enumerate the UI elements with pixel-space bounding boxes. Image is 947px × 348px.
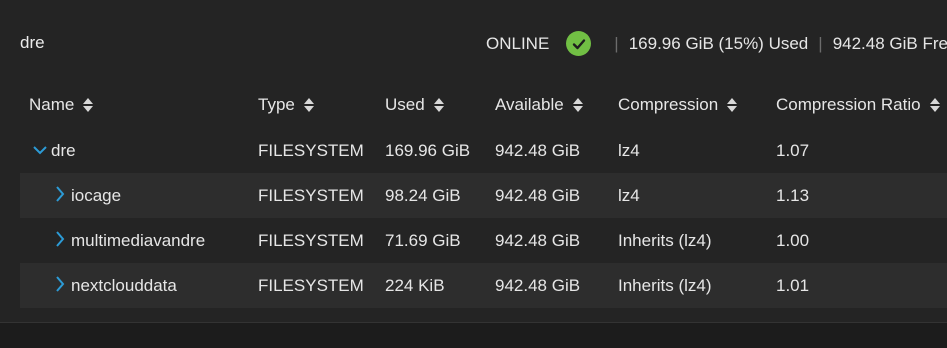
dataset-compression: lz4 [618, 141, 640, 160]
dataset-used: 169.96 GiB [385, 141, 471, 160]
panel-footer [0, 322, 947, 348]
pool-name: dre [20, 33, 45, 52]
sort-icon[interactable] [433, 97, 444, 113]
sort-icon[interactable] [572, 97, 583, 113]
table-row[interactable]: nextclouddata FILESYSTEM 224 KiB 942.48 … [20, 263, 947, 308]
dataset-available: 942.48 GiB [495, 186, 581, 205]
chevron-right-icon[interactable] [55, 276, 65, 292]
column-header-type[interactable]: Type [258, 94, 314, 116]
dataset-available: 942.48 GiB [495, 231, 581, 250]
dataset-name: dre [51, 141, 76, 160]
chevron-right-icon[interactable] [55, 231, 65, 247]
column-header-compression[interactable]: Compression [618, 94, 738, 116]
dataset-used: 224 KiB [385, 276, 445, 295]
dataset-type: FILESYSTEM [258, 276, 364, 295]
dataset-used: 71.69 GiB [385, 231, 461, 250]
dataset-type: FILESYSTEM [258, 231, 364, 250]
table-row[interactable]: iocage FILESYSTEM 98.24 GiB 942.48 GiB l… [20, 173, 947, 218]
dataset-type: FILESYSTEM [258, 141, 364, 160]
dataset-available: 942.48 GiB [495, 141, 581, 160]
pool-used: 169.96 GiB (15%) Used [628, 33, 809, 53]
table-row[interactable]: multimediavandre FILESYSTEM 71.69 GiB 94… [20, 218, 947, 263]
sort-icon[interactable] [727, 97, 738, 113]
chevron-right-icon[interactable] [55, 186, 65, 202]
column-header-used[interactable]: Used [385, 94, 444, 116]
dataset-available: 942.48 GiB [495, 276, 581, 295]
separator: | [614, 33, 619, 53]
sort-icon[interactable] [303, 97, 314, 113]
dataset-table: Name Type Used Available Compression Com… [0, 84, 947, 322]
dataset-compression-ratio: 1.00 [776, 231, 810, 250]
sort-icon[interactable] [83, 97, 94, 113]
pool-status: ONLINE [486, 33, 550, 53]
dataset-compression: Inherits (lz4) [618, 276, 712, 295]
dataset-compression: lz4 [618, 186, 640, 205]
pool-header: dre ONLINE | 169.96 GiB (15%) Used | 942… [0, 0, 947, 85]
column-header-name[interactable]: Name [29, 94, 94, 116]
column-header-available[interactable]: Available [495, 94, 583, 116]
dataset-name: nextclouddata [71, 276, 177, 295]
sort-icon[interactable] [929, 97, 940, 113]
check-circle-icon [566, 31, 592, 56]
separator: | [818, 33, 823, 53]
dataset-name: iocage [71, 186, 122, 205]
dataset-compression-ratio: 1.07 [776, 141, 810, 160]
dataset-compression-ratio: 1.13 [776, 186, 810, 205]
dataset-compression: Inherits (lz4) [618, 231, 712, 250]
column-header-compression-ratio[interactable]: Compression Ratio [776, 94, 940, 116]
pool-status-bar: ONLINE | 169.96 GiB (15%) Used | 942.48 … [486, 31, 947, 56]
table-row[interactable]: dre FILESYSTEM 169.96 GiB 942.48 GiB lz4… [0, 128, 947, 173]
dataset-type: FILESYSTEM [258, 186, 364, 205]
dataset-used: 98.24 GiB [385, 186, 461, 205]
pool-free: 942.48 GiB Free [832, 33, 947, 53]
dataset-compression-ratio: 1.01 [776, 276, 810, 295]
chevron-down-icon[interactable] [33, 145, 47, 155]
dataset-name: multimediavandre [71, 231, 206, 250]
